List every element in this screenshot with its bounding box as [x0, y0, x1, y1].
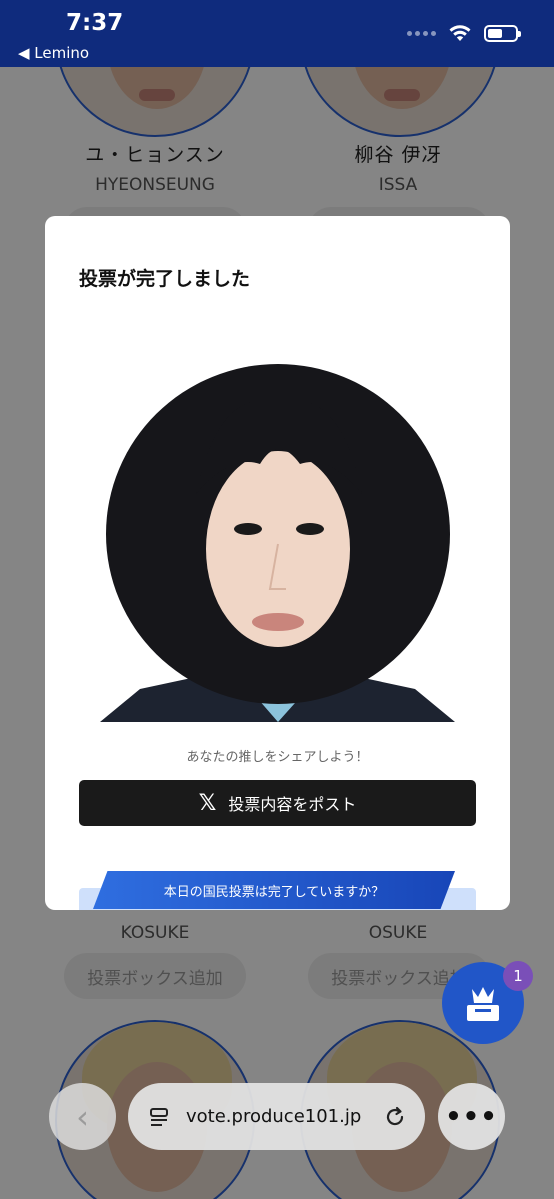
url-text: vote.produce101.jp — [186, 1106, 362, 1127]
modal-title: 投票が完了しました — [79, 268, 251, 290]
status-bar: 7:37 ◀ Lemino — [0, 0, 554, 67]
browser-toolbar: ‹ vote.produce101.jp ••• — [0, 1060, 554, 1199]
status-icons — [407, 24, 521, 42]
back-to-app-link[interactable]: ◀ Lemino — [18, 44, 89, 62]
browser-back-button[interactable]: ‹ — [49, 1083, 116, 1150]
vote-box-count-badge: 1 — [503, 961, 533, 991]
signal-icon — [407, 30, 436, 36]
vote-complete-modal: 投票が完了しました あなたの推しをシェアしよう！ 𝕏 投票内容をポスト 本日の国… — [45, 216, 510, 910]
address-bar[interactable]: vote.produce101.jp — [128, 1083, 425, 1150]
post-button-label: 投票内容をポスト — [228, 795, 357, 814]
wifi-icon — [449, 25, 471, 41]
tabs-icon — [150, 1107, 168, 1126]
x-logo-icon: 𝕏 — [198, 790, 217, 816]
reload-icon[interactable] — [383, 1105, 407, 1129]
ballot-box-icon — [467, 987, 499, 1021]
more-options-button[interactable]: ••• — [438, 1083, 505, 1150]
share-prompt: あなたの推しをシェアしよう！ — [186, 750, 369, 765]
status-time: 7:37 — [66, 10, 124, 36]
post-to-x-button[interactable]: 𝕏 投票内容をポスト — [79, 780, 476, 826]
chevron-left-icon: ‹ — [76, 1097, 89, 1136]
trainee-portrait — [100, 344, 455, 722]
battery-icon — [484, 24, 521, 42]
ellipsis-icon: ••• — [445, 1101, 498, 1132]
daily-vote-banner[interactable]: 本日の国民投票は完了していますか？ — [93, 871, 455, 909]
